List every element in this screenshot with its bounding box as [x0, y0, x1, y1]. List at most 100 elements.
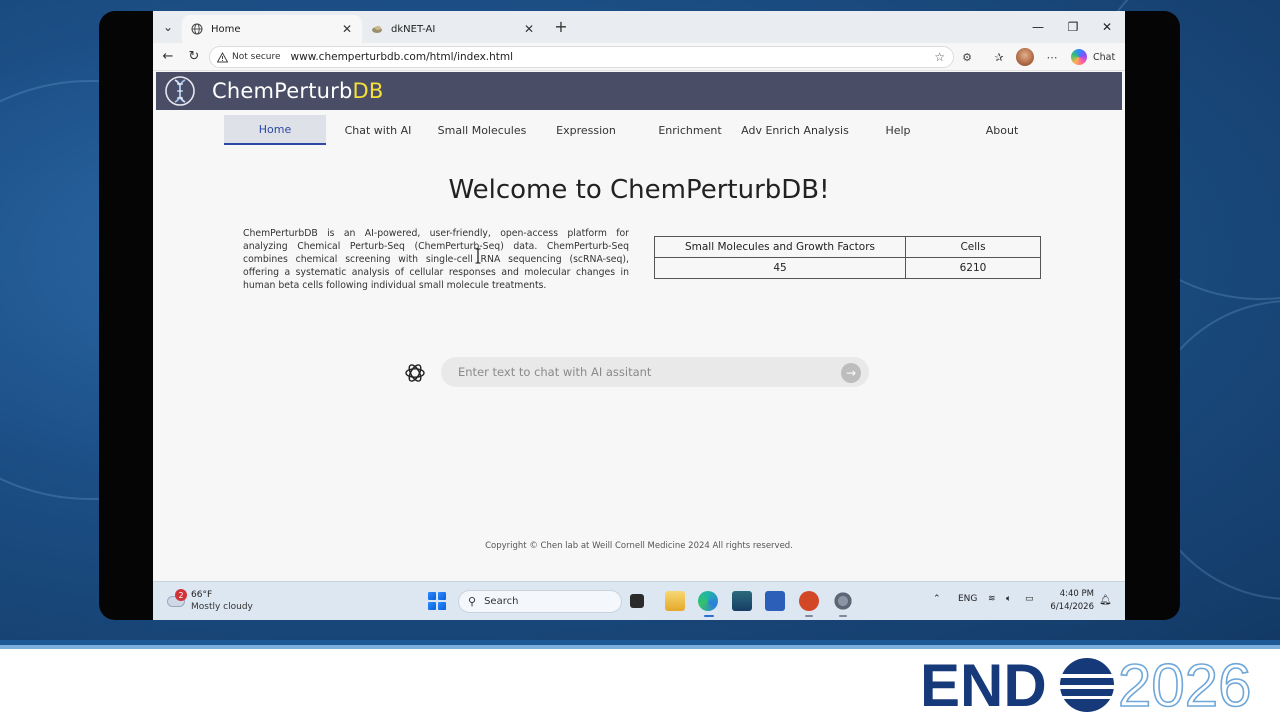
- table-cell: 45: [654, 257, 906, 279]
- endo-2026-logo: END 2026: [920, 652, 1252, 716]
- table-header-cell: Small Molecules and Growth Factors: [654, 236, 906, 258]
- close-icon[interactable]: ✕: [522, 22, 536, 36]
- tab-home[interactable]: Home ✕: [182, 15, 362, 43]
- store-icon[interactable]: [732, 591, 752, 611]
- nav-small-molecules[interactable]: Small Molecules: [431, 115, 533, 145]
- tab-actions-button[interactable]: ⌄: [157, 16, 179, 38]
- nav-chat-with-ai[interactable]: Chat with AI: [327, 115, 429, 145]
- file-explorer-icon[interactable]: [665, 591, 685, 611]
- active-app-indicator: [704, 615, 714, 617]
- plus-icon: +: [554, 17, 568, 36]
- volume-icon[interactable]: 🔈︎: [1006, 594, 1011, 604]
- nav-adv-enrich-analysis[interactable]: Adv Enrich Analysis: [735, 115, 855, 145]
- tab-title: dkNET-AI: [391, 23, 436, 35]
- search-icon: ⚲: [468, 595, 477, 608]
- running-app-indicator: [839, 615, 847, 617]
- arrow-left-icon: ←: [162, 49, 174, 64]
- profile-avatar[interactable]: [1016, 48, 1034, 66]
- taskbar-clock[interactable]: 4:40 PM 6/14/2026: [1048, 588, 1094, 614]
- nav-expression[interactable]: Expression: [535, 115, 637, 145]
- text-cursor-icon: [475, 248, 481, 264]
- nav-about[interactable]: About: [951, 115, 1053, 145]
- weather-widget[interactable]: 2 66°F Mostly cloudy: [165, 588, 265, 616]
- powerpoint-icon[interactable]: [799, 591, 819, 611]
- star-icon[interactable]: ☆: [934, 50, 945, 64]
- tab-dknet-ai[interactable]: dkNET-AI ✕: [362, 15, 544, 43]
- site-title-accent: DB: [352, 79, 384, 103]
- weather-condition: Mostly cloudy: [191, 602, 253, 612]
- chat-input[interactable]: [441, 357, 869, 387]
- tab-title: Home: [211, 23, 241, 35]
- logo-text-left: END: [920, 652, 1047, 716]
- chevron-down-icon: ⌄: [162, 20, 174, 34]
- url-text[interactable]: www.chemperturbdb.com/html/index.html: [291, 51, 514, 63]
- tab-strip: ⌄ Home ✕ dkNET-AI ✕ + — ❐ ✕: [153, 11, 1125, 43]
- close-icon: ✕: [1101, 20, 1113, 34]
- copyright-text: Copyright © Chen lab at Weill Cornell Me…: [485, 541, 793, 551]
- taskbar-search[interactable]: ⚲ Search: [458, 590, 622, 613]
- close-icon[interactable]: ✕: [340, 22, 354, 36]
- wifi-icon[interactable]: ≋: [988, 594, 996, 604]
- favorites-icon[interactable]: ✰: [991, 49, 1007, 65]
- browser-window: ⌄ Home ✕ dkNET-AI ✕ + — ❐ ✕ ← ↻ Not secu…: [153, 11, 1125, 620]
- settings-gear-icon[interactable]: [833, 591, 853, 611]
- edge-icon[interactable]: [698, 591, 718, 611]
- logo-text-right: 2026: [1118, 652, 1251, 716]
- windows-icon-part: [438, 592, 446, 600]
- warning-icon: [216, 51, 228, 63]
- dna-logo-icon[interactable]: [164, 75, 196, 107]
- refresh-icon: ↻: [188, 49, 200, 64]
- task-view-icon[interactable]: [630, 594, 644, 608]
- clock-date: 6/14/2026: [1050, 602, 1094, 612]
- table-header-row: Small Molecules and Growth Factors Cells: [654, 236, 1041, 258]
- chevron-up-icon[interactable]: ⌃: [933, 594, 941, 604]
- dknet-icon: [370, 22, 384, 36]
- extensions-icon[interactable]: ⚙: [959, 49, 975, 65]
- site-title[interactable]: ChemPerturbDB: [212, 79, 384, 103]
- windows-icon-part: [438, 602, 446, 610]
- table-cell: 6210: [905, 257, 1041, 279]
- site-header: ChemPerturbDB: [156, 72, 1122, 110]
- send-button[interactable]: →: [841, 363, 861, 383]
- battery-icon[interactable]: ▭: [1025, 594, 1034, 604]
- running-app-indicator: [805, 615, 813, 617]
- back-button[interactable]: ←: [159, 48, 177, 66]
- globe-icon: [190, 22, 204, 36]
- intro-paragraph: ChemPerturbDB is an AI-powered, user-fri…: [243, 228, 629, 291]
- language-indicator[interactable]: ENG: [958, 594, 977, 604]
- stats-table: Small Molecules and Growth Factors Cells…: [654, 236, 1041, 279]
- logo-globe-icon: [1058, 658, 1116, 712]
- close-window-button[interactable]: ✕: [1097, 17, 1117, 37]
- copilot-icon: [1071, 49, 1087, 65]
- welcome-heading: Welcome to ChemPerturbDB!: [448, 175, 830, 205]
- security-label[interactable]: Not secure: [232, 52, 281, 62]
- clock-time: 4:40 PM: [1059, 589, 1094, 599]
- search-label: Search: [484, 596, 519, 607]
- refresh-button[interactable]: ↻: [185, 48, 203, 66]
- arrow-right-icon: →: [845, 366, 857, 380]
- minimize-icon: —: [1032, 20, 1044, 34]
- copilot-label: Chat: [1093, 51, 1116, 63]
- new-tab-button[interactable]: +: [551, 17, 571, 37]
- chat-area: →: [403, 355, 873, 389]
- weather-temperature: 66°F: [191, 590, 213, 600]
- notification-bell-icon[interactable]: 🔔︎: [1099, 595, 1112, 606]
- more-icon[interactable]: ⋯: [1044, 49, 1060, 65]
- minimize-button[interactable]: —: [1028, 17, 1048, 37]
- site-title-main: ChemPerturb: [212, 79, 353, 103]
- taskbar: 2 66°F Mostly cloudy ⚲ Search ⌃ ENG ≋ 🔈︎…: [153, 581, 1125, 620]
- restore-button[interactable]: ❐: [1063, 17, 1083, 37]
- start-button[interactable]: [428, 592, 446, 610]
- address-bar-row: ← ↻ Not secure www.chemperturbdb.com/htm…: [153, 43, 1125, 71]
- address-bar[interactable]: Not secure www.chemperturbdb.com/html/in…: [209, 46, 954, 68]
- restore-icon: ❐: [1067, 20, 1079, 34]
- table-header-cell: Cells: [905, 236, 1041, 258]
- nav-enrichment[interactable]: Enrichment: [639, 115, 741, 145]
- word-icon[interactable]: [765, 591, 785, 611]
- copilot-chat-button[interactable]: Chat: [1071, 47, 1123, 67]
- nav-home[interactable]: Home: [224, 115, 326, 145]
- openai-icon: [405, 364, 425, 382]
- windows-icon: [428, 592, 436, 600]
- table-row: 45 6210: [654, 257, 1041, 279]
- nav-help[interactable]: Help: [847, 115, 949, 145]
